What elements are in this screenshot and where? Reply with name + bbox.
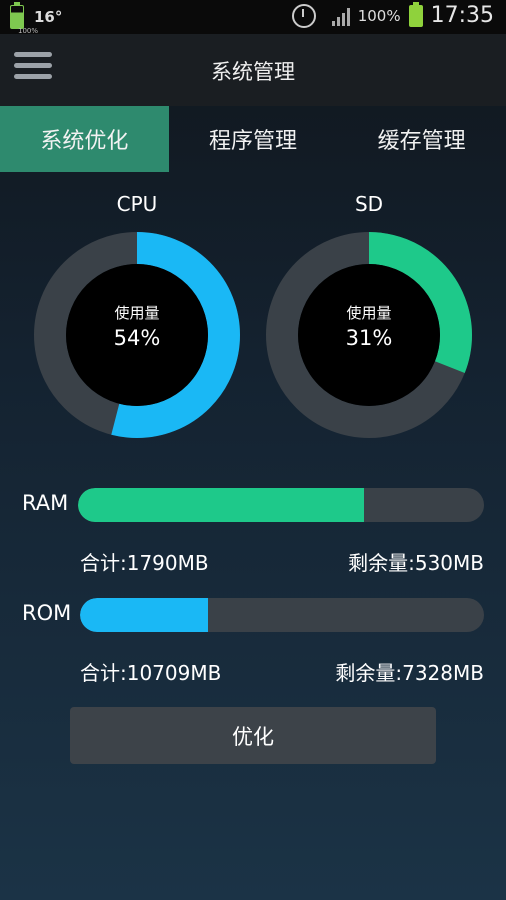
cpu-gauge: 使用量 54% (34, 232, 240, 438)
rom-bar-fill (80, 598, 208, 632)
cpu-usage-caption: 使用量 (114, 304, 160, 322)
tab-cache-manage[interactable]: 缓存管理 (337, 106, 506, 172)
rom-total: 合计:10709MB (80, 661, 222, 685)
tab-system-optimize[interactable]: 系统优化 (0, 106, 169, 172)
status-bar-right: 100% 17:35 (291, 1, 494, 28)
ram-total: 合计:1790MB (80, 551, 209, 575)
status-time: 17:35 (430, 3, 494, 28)
signal-icon (331, 6, 350, 26)
sd-gauge-title: SD (354, 192, 384, 216)
battery-percent: 100% (357, 6, 401, 25)
sd-usage-caption: 使用量 (346, 304, 392, 322)
title-bar: 系统管理 (0, 34, 506, 106)
cpu-usage-value: 54% (113, 326, 161, 350)
tab-bar: 系统优化 程序管理 缓存管理 (0, 106, 506, 172)
temperature-text: 16° (34, 8, 63, 26)
status-bar-left: 100% 16° (10, 2, 63, 35)
cpu-gauge-title: CPU (116, 192, 158, 216)
sd-gauge: 使用量 31% (266, 232, 472, 438)
rom-label: ROM (22, 601, 72, 625)
rom-bar (80, 598, 484, 632)
battery-icon (408, 1, 423, 27)
alarm-clock-icon (291, 3, 316, 28)
ram-bar (78, 488, 484, 522)
sd-usage-value: 31% (345, 326, 393, 350)
ram-label: RAM (22, 491, 69, 515)
rom-remaining: 剩余量:7328MB (335, 661, 484, 685)
battery-small-icon (10, 2, 24, 29)
ram-remaining: 剩余量:530MB (348, 551, 484, 575)
ram-bar-fill (78, 488, 364, 522)
tab-program-manage[interactable]: 程序管理 (169, 106, 338, 172)
optimize-button[interactable]: 优化 (70, 707, 436, 764)
page-title: 系统管理 (211, 60, 295, 84)
status-bar: 100% 16° 100% 17:35 (0, 0, 506, 35)
